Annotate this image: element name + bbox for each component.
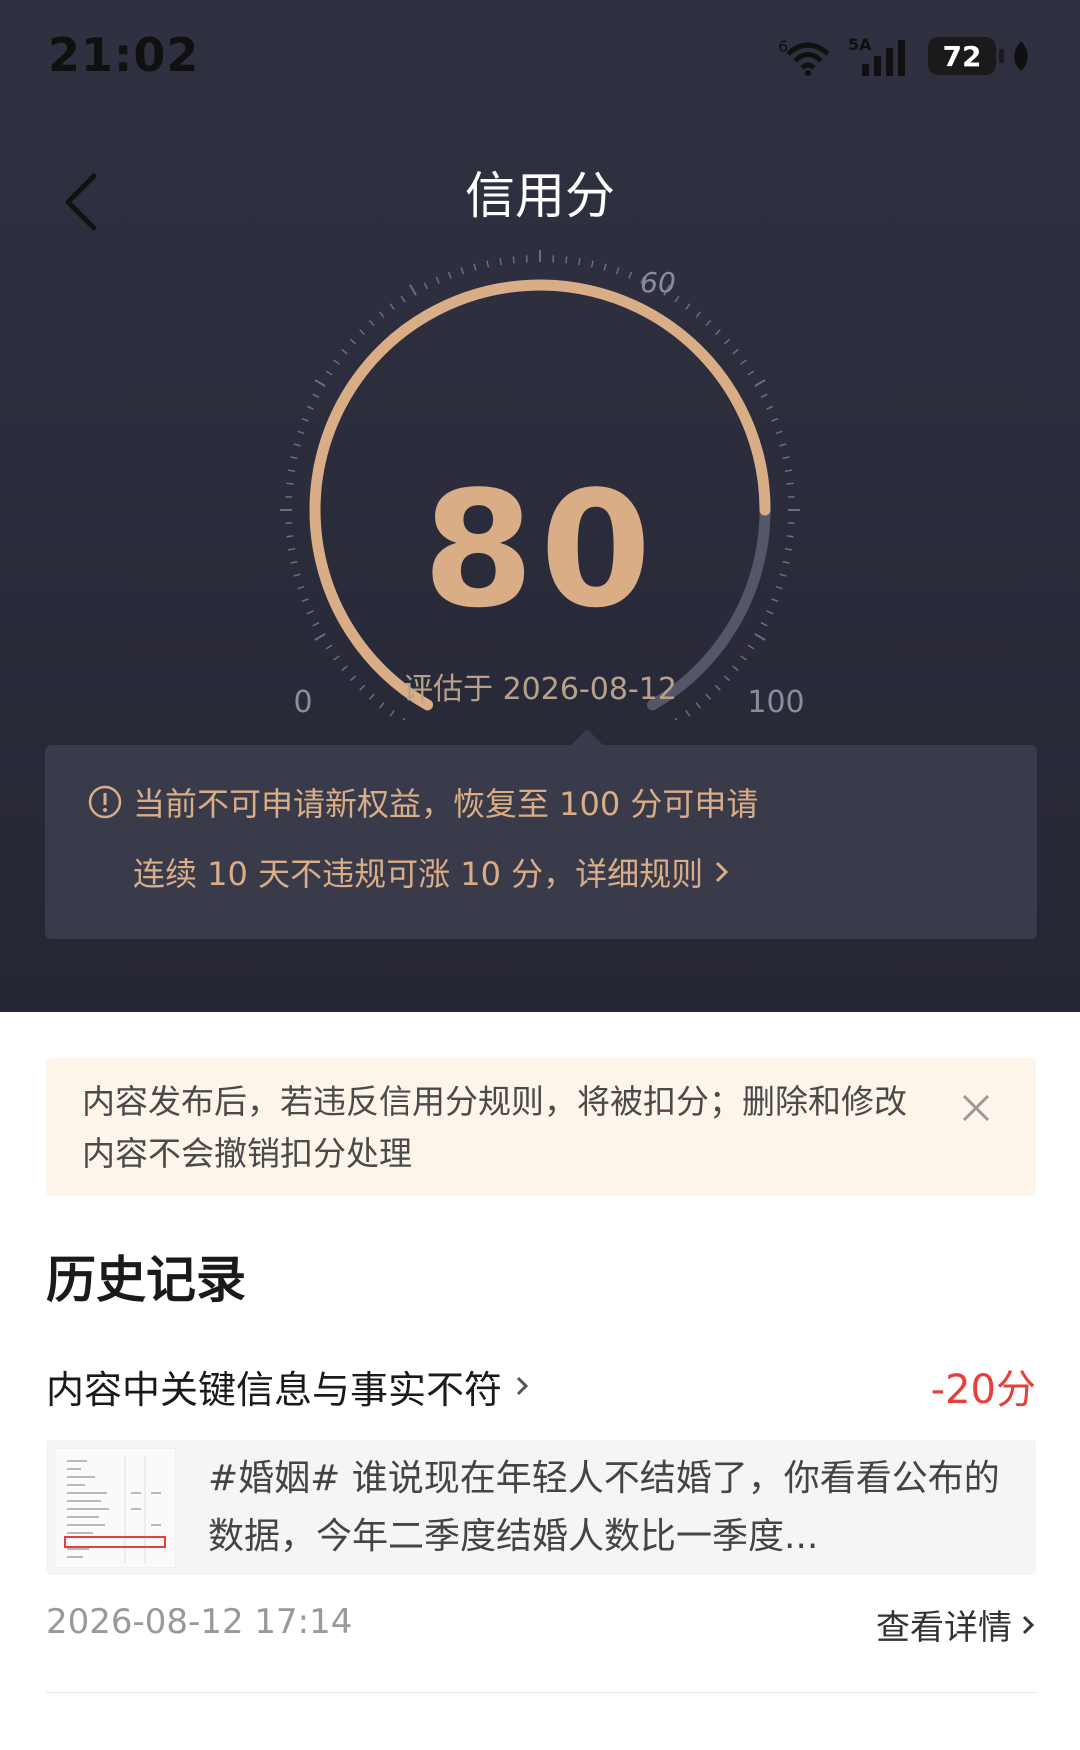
- notice-line-1: 当前不可申请新权益，恢复至 100 分可申请: [87, 779, 758, 825]
- gauge-tick: [603, 263, 607, 271]
- gauge-label-mid: 60: [640, 266, 676, 299]
- gauge-tick: [312, 393, 320, 399]
- gauge-tick: [423, 282, 429, 290]
- history-record-header[interactable]: 内容中关键信息与事实不符 -20分: [46, 1358, 1036, 1414]
- gauge-tick: [740, 655, 747, 661]
- gauge-tick: [290, 456, 298, 460]
- leaf-icon: [1014, 41, 1028, 71]
- gauge-tick: [314, 379, 326, 387]
- close-icon[interactable]: [954, 1086, 998, 1130]
- chevron-right-icon: [716, 861, 729, 883]
- gauge-tick: [435, 276, 440, 284]
- view-details-label: 查看详情: [876, 1608, 1012, 1648]
- gauge-tick: [615, 267, 620, 275]
- gauge-tick: [590, 260, 594, 268]
- list-divider: [46, 1692, 1036, 1693]
- credit-hero: 21:02 6 5A 72 信用分 0 60 100 80 评估于 2026-0…: [0, 0, 1080, 1012]
- gauge-tick: [499, 257, 502, 266]
- gauge-tick: [705, 319, 712, 327]
- gauge-tick: [325, 644, 333, 650]
- gauge-tick: [314, 633, 326, 641]
- record-reason-link[interactable]: 内容中关键信息与事实不符: [46, 1359, 532, 1414]
- gauge-tick: [760, 393, 768, 399]
- gauge-tick: [779, 443, 787, 447]
- gauge-tick: [473, 263, 477, 271]
- gauge-tick: [349, 338, 357, 345]
- history-section-title: 历史记录: [46, 1251, 246, 1309]
- gauge-tick: [325, 370, 333, 376]
- gauge-tick: [578, 257, 581, 266]
- gauge-tick: [565, 256, 568, 264]
- gauge-tick: [389, 303, 395, 310]
- gauge-tick: [754, 633, 766, 641]
- gauge-tick: [306, 405, 314, 410]
- page-title: 信用分: [465, 167, 615, 225]
- gauge-tick: [333, 359, 340, 365]
- gauge-tick: [740, 359, 747, 365]
- signal-icon: 5A: [848, 35, 905, 76]
- record-timestamp: 2026-08-12 17:14: [46, 1602, 353, 1642]
- notice-text-1: 当前不可申请新权益，恢复至 100 分可申请: [133, 785, 759, 823]
- gauge-tick: [400, 295, 406, 303]
- gauge-tick: [775, 430, 783, 435]
- credit-score-value: 80: [422, 456, 658, 643]
- gauge-tick: [460, 267, 465, 275]
- gauge-tick: [447, 271, 452, 279]
- wifi-icon: 6: [778, 37, 830, 76]
- gauge-tick: [368, 319, 375, 327]
- record-content-text: #婚姻# 谁说现在年轻人不结婚了，你看看公布的数据，今年二季度结婚人数比一季度.…: [208, 1458, 1000, 1557]
- gauge-tick: [747, 370, 755, 376]
- gauge-tick: [771, 417, 779, 422]
- gauge-tick: [389, 710, 395, 717]
- status-icons: 6 5A 72: [778, 34, 1032, 78]
- evaluation-date: 评估于 2026-08-12: [403, 672, 677, 707]
- gauge-tick: [402, 717, 406, 720]
- battery-indicator: 72: [928, 37, 1004, 75]
- record-content-card[interactable]: #婚姻# 谁说现在年轻人不结婚了，你看看公布的数据，今年二季度结婚人数比一季度.…: [46, 1440, 1036, 1575]
- signal-label: 5A: [848, 35, 872, 54]
- detailed-rules-link[interactable]: 连续 10 天不违规可涨 10 分，详细规则: [133, 849, 731, 895]
- gauge-tick: [766, 405, 774, 410]
- gauge-tick: [674, 717, 678, 720]
- record-score-change: -20分: [930, 1367, 1036, 1413]
- battery-level: 72: [942, 39, 982, 73]
- gauge-tick: [782, 456, 790, 460]
- wifi-label: 6: [778, 37, 788, 56]
- gauge-tick: [301, 417, 309, 422]
- view-details-button[interactable]: 查看详情: [876, 1600, 1036, 1649]
- status-time: 21:02: [48, 28, 200, 82]
- tip-text: 内容发布后，若违反信用分规则，将被扣分；删除和修改内容不会撤销扣分处理: [82, 1082, 907, 1173]
- gauge-tick: [359, 329, 366, 336]
- record-reason: 内容中关键信息与事实不符: [46, 1367, 503, 1412]
- gauge-tick: [628, 271, 633, 279]
- gauge-tick: [378, 311, 385, 318]
- chevron-right-icon: [1022, 1615, 1035, 1634]
- gauge-tick: [723, 338, 731, 345]
- gauge-tick: [747, 644, 755, 650]
- info-icon: [88, 785, 122, 819]
- eligibility-notice: 当前不可申请新权益，恢复至 100 分可申请 连续 10 天不违规可涨 10 分…: [45, 729, 1037, 939]
- gauge-tick: [754, 379, 766, 387]
- gauge-tick: [333, 655, 340, 661]
- gauge-tick: [341, 348, 348, 355]
- gauge-tick: [695, 311, 702, 318]
- notice-text-2: 连续 10 天不违规可涨 10 分，详细规则: [133, 855, 704, 893]
- gauge-tick: [685, 710, 691, 717]
- gauge-tick: [293, 443, 301, 447]
- gauge-tick: [409, 284, 417, 296]
- content-thumbnail[interactable]: [54, 1448, 176, 1568]
- gauge-tick: [297, 430, 305, 435]
- chevron-right-icon: [516, 1376, 529, 1396]
- gauge-tick: [685, 303, 691, 310]
- gauge-tick: [714, 329, 721, 336]
- gauge-tick: [512, 256, 515, 264]
- deduction-tip-banner: 内容发布后，若违反信用分规则，将被扣分；删除和修改内容不会撤销扣分处理: [46, 1058, 1036, 1196]
- gauge-tick: [732, 348, 739, 355]
- gauge-tick: [486, 260, 490, 268]
- document-thumbnail-icon: [64, 1455, 166, 1563]
